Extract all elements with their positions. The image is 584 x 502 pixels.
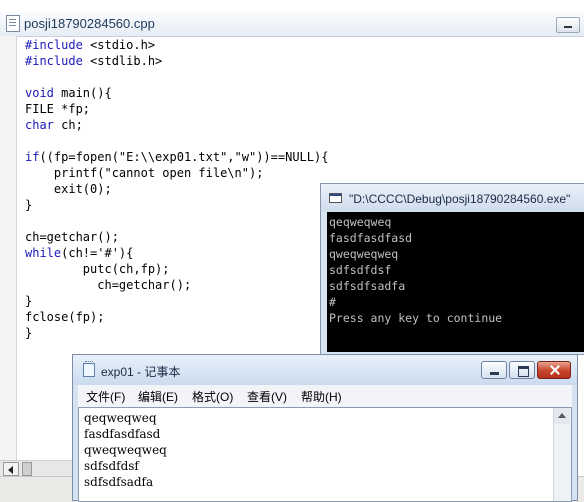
notepad-line: fasdfasdfasd bbox=[84, 427, 161, 441]
code-line: } bbox=[25, 197, 328, 213]
notepad-line: qeqweqweq bbox=[84, 411, 157, 425]
code-keyword: #include bbox=[25, 54, 83, 68]
menu-help[interactable]: 帮助(H) bbox=[301, 388, 342, 405]
scrollbar-thumb[interactable] bbox=[22, 462, 32, 476]
notepad-line: sdfsdfsadfa bbox=[84, 475, 154, 489]
console-line: sdfsdfdsf bbox=[329, 263, 392, 277]
code-keyword: if bbox=[25, 150, 40, 164]
code-line: char ch; bbox=[25, 117, 328, 133]
code-line: #include <stdlib.h> bbox=[25, 53, 328, 69]
editor-horizontal-scrollbar[interactable] bbox=[0, 460, 72, 477]
code-text: } bbox=[25, 198, 33, 212]
code-line: putc(ch,fp); bbox=[25, 261, 328, 277]
console-app-icon bbox=[329, 193, 342, 203]
notepad-text-area[interactable]: qeqweqweq fasdfasdfasd qweqweqweq sdfsdfdsf… bbox=[78, 407, 572, 502]
maximize-button[interactable] bbox=[509, 361, 535, 379]
code-keyword: void bbox=[25, 86, 54, 100]
console-line: qeqweqweq bbox=[329, 215, 392, 229]
code-line: } bbox=[25, 325, 328, 341]
notepad-titlebar[interactable]: exp01 - 记事本 bbox=[73, 355, 577, 385]
scroll-up-arrow-icon[interactable] bbox=[554, 408, 570, 424]
code-line: while(ch!='#'){ bbox=[25, 245, 328, 261]
code-line: ch=getchar(); bbox=[25, 277, 328, 293]
code-line: exit(0); bbox=[25, 181, 328, 197]
code-text: printf("cannot open file\n"); bbox=[25, 166, 264, 180]
notepad-title: exp01 - 记事本 bbox=[101, 365, 181, 379]
console-line: qweqweqweq bbox=[329, 247, 399, 261]
notepad-window[interactable]: exp01 - 记事本 文件(F) 编辑(E) 格式(O) 查看(V) 帮助(H… bbox=[72, 354, 578, 502]
code-text: ch; bbox=[53, 118, 83, 132]
code-line: if((fp=fopen("E:\\exp01.txt","w"))==NULL… bbox=[25, 149, 328, 165]
console-output-area[interactable]: qeqweqweq fasdfasdfasd qweqweqweq sdfsdfdsf… bbox=[327, 212, 584, 352]
code-text: ch=getchar(); bbox=[25, 230, 119, 244]
menu-file[interactable]: 文件(F) bbox=[86, 388, 125, 405]
console-window[interactable]: "D:\CCCC\Debug\posji18790284560.exe" qeq… bbox=[320, 183, 584, 355]
code-text: ch=getchar(); bbox=[25, 278, 192, 292]
notepad-line: qweqweqweq bbox=[84, 443, 167, 457]
code-text: <stdio.h> bbox=[82, 38, 156, 52]
code-line: ch=getchar(); bbox=[25, 229, 328, 245]
code-line: void main(){ bbox=[25, 85, 328, 101]
console-line: # bbox=[329, 295, 336, 309]
console-title: "D:\CCCC\Debug\posji18790284560.exe" bbox=[349, 192, 571, 206]
code-text: <stdlib.h> bbox=[82, 54, 163, 68]
code-line: fclose(fp); bbox=[25, 309, 328, 325]
code-text: exit(0); bbox=[25, 182, 112, 196]
editor-file-title[interactable]: posji18790284560.cpp bbox=[24, 16, 155, 31]
code-line: printf("cannot open file\n"); bbox=[25, 165, 328, 181]
code-text: ((fp=fopen("E:\\exp01.txt","w"))==NULL){ bbox=[39, 150, 329, 164]
code-editor[interactable]: #include <stdio.h> #include <stdlib.h> voi… bbox=[25, 37, 328, 341]
code-line: FILE *fp; bbox=[25, 101, 328, 117]
code-text: } bbox=[25, 294, 33, 308]
menu-view[interactable]: 查看(V) bbox=[247, 388, 287, 405]
editor-tab-bar: posji18790284560.cpp bbox=[0, 12, 584, 37]
notepad-menubar: 文件(F) 编辑(E) 格式(O) 查看(V) 帮助(H) bbox=[78, 385, 572, 408]
code-keyword: #include bbox=[25, 38, 83, 52]
console-titlebar[interactable]: "D:\CCCC\Debug\posji18790284560.exe" bbox=[321, 184, 584, 212]
console-line: sdfsdfsadfa bbox=[329, 279, 406, 293]
scroll-left-arrow-icon[interactable] bbox=[3, 462, 19, 476]
notepad-app-icon bbox=[83, 361, 95, 377]
notepad-content[interactable]: qeqweqweq fasdfasdfasd qweqweqweq sdfsdfdsf… bbox=[79, 408, 571, 490]
code-text: putc(ch,fp); bbox=[25, 262, 170, 276]
code-text: main(){ bbox=[53, 86, 112, 100]
console-output: qeqweqweq fasdfasdfasd qweqweqweq sdfsdfdsf… bbox=[327, 212, 584, 326]
source-file-icon bbox=[6, 15, 20, 32]
console-line: Press any key to continue bbox=[329, 311, 503, 325]
menu-format[interactable]: 格式(O) bbox=[192, 388, 233, 405]
code-text: } bbox=[25, 326, 33, 340]
editor-gutter bbox=[0, 36, 17, 476]
code-line: } bbox=[25, 293, 328, 309]
code-keyword: while bbox=[25, 246, 62, 260]
menu-edit[interactable]: 编辑(E) bbox=[138, 388, 178, 405]
console-line: fasdfasdfasd bbox=[329, 231, 413, 245]
close-button[interactable] bbox=[537, 361, 571, 379]
editor-minimize-button[interactable] bbox=[556, 17, 580, 33]
code-keyword: char bbox=[25, 118, 54, 132]
code-line: #include <stdio.h> bbox=[25, 37, 328, 53]
notepad-vertical-scrollbar[interactable] bbox=[553, 408, 571, 501]
minimize-button[interactable] bbox=[481, 361, 507, 379]
code-text: FILE *fp; bbox=[25, 102, 91, 116]
notepad-line: sdfsdfdsf bbox=[84, 459, 139, 473]
code-text: fclose(fp); bbox=[25, 310, 105, 324]
code-text: (ch!='#'){ bbox=[61, 246, 134, 260]
